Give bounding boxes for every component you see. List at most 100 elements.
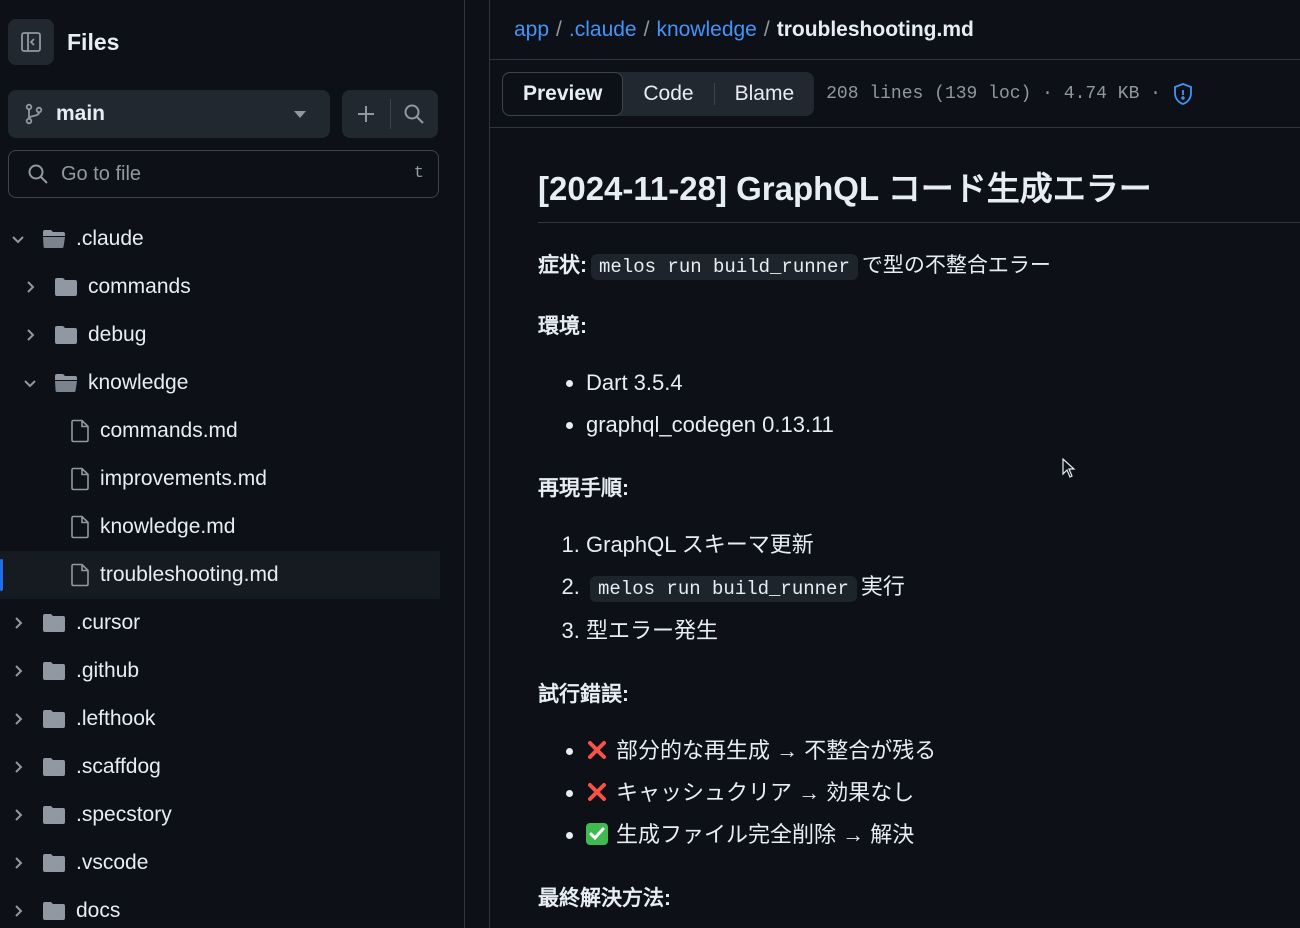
go-to-file-input[interactable]: Go to file t bbox=[8, 150, 439, 198]
tree-folder-item[interactable]: docs bbox=[0, 887, 440, 928]
tree-folder-item[interactable]: .github bbox=[0, 647, 440, 695]
app-root: Files main Go to file t .claude commands… bbox=[0, 0, 1300, 928]
tree-file-item[interactable]: troubleshooting.md bbox=[0, 551, 440, 599]
branch-selector[interactable]: main bbox=[8, 90, 330, 138]
tree-item-label: .claude bbox=[76, 227, 144, 250]
tree-folder-item[interactable]: knowledge bbox=[0, 359, 440, 407]
env-heading: 環境: bbox=[538, 310, 1252, 344]
file-icon bbox=[70, 419, 90, 443]
list-item: キャッシュクリア → 効果なし bbox=[586, 772, 1252, 814]
tree-item-label: .github bbox=[76, 659, 140, 682]
folder-open-icon bbox=[42, 229, 66, 249]
folder-icon bbox=[42, 805, 66, 825]
repro-list: GraphQL スキーマ更新 melos run build_runner実行 … bbox=[538, 524, 1252, 652]
sidebar-header: Files bbox=[0, 0, 464, 84]
chevron-right-icon[interactable] bbox=[20, 325, 40, 345]
view-mode-tabs: Preview Code Blame bbox=[502, 71, 815, 116]
repro-heading: 再現手順: bbox=[538, 472, 1252, 506]
tree-file-item[interactable]: knowledge.md bbox=[0, 503, 440, 551]
tree-item-label: .scaffdog bbox=[76, 755, 161, 778]
tab-blame[interactable]: Blame bbox=[715, 72, 815, 116]
inline-code: melos run build_runner bbox=[591, 254, 858, 280]
folder-icon bbox=[54, 277, 78, 297]
folder-icon bbox=[42, 661, 66, 681]
tree-item-label: commands bbox=[88, 275, 191, 298]
breadcrumb-link-knowledge[interactable]: knowledge bbox=[656, 18, 756, 42]
mouse-pointer-icon bbox=[1062, 458, 1076, 478]
folder-icon bbox=[42, 901, 66, 921]
chevron-right-icon[interactable] bbox=[8, 853, 28, 873]
trial-text: 部分的な再生成 → 不整合が残る bbox=[616, 738, 937, 763]
markdown-preview: [2024-11-28] GraphQL コード生成エラー 症状: melos r… bbox=[490, 128, 1300, 916]
file-meta: 208 lines (139 loc) · 4.74 KB · bbox=[826, 83, 1161, 104]
shortcut-hint: t bbox=[413, 164, 424, 183]
trials-heading: 試行錯誤: bbox=[538, 678, 1252, 712]
tree-folder-item[interactable]: commands bbox=[0, 263, 440, 311]
tree-item-label: improvements.md bbox=[100, 467, 267, 490]
folder-icon bbox=[54, 325, 78, 345]
tree-folder-item[interactable]: .specstory bbox=[0, 791, 440, 839]
go-to-file-placeholder: Go to file bbox=[61, 162, 142, 185]
tree-folder-item[interactable]: .lefthook bbox=[0, 695, 440, 743]
trials-label: 試行錯誤: bbox=[538, 683, 629, 706]
search-icon bbox=[404, 104, 424, 124]
file-icon bbox=[70, 467, 90, 491]
tree-folder-item[interactable]: .claude bbox=[0, 215, 440, 263]
git-branch-icon bbox=[25, 103, 43, 125]
tree-file-item[interactable]: commands.md bbox=[0, 407, 440, 455]
tree-item-label: knowledge.md bbox=[100, 515, 236, 538]
chevron-right-icon[interactable] bbox=[8, 613, 28, 633]
chevron-right-icon[interactable] bbox=[8, 805, 28, 825]
file-icon bbox=[70, 563, 90, 587]
tree-item-label: knowledge bbox=[88, 371, 189, 394]
tree-item-label: .specstory bbox=[76, 803, 172, 826]
file-tree: .claude commands debug knowledge commands.md… bbox=[0, 215, 440, 928]
list-item: melos run build_runner実行 bbox=[586, 566, 1252, 610]
symptom-text: で型の不整合エラー bbox=[861, 254, 1051, 277]
add-file-button[interactable] bbox=[342, 90, 390, 138]
file-icon bbox=[70, 515, 90, 539]
tree-item-label: .lefthook bbox=[76, 707, 156, 730]
plus-icon bbox=[357, 106, 374, 122]
breadcrumb-link-claude[interactable]: .claude bbox=[569, 18, 637, 42]
repro-step-text: 実行 bbox=[860, 574, 905, 599]
folder-icon bbox=[42, 853, 66, 873]
breadcrumb-link-app[interactable]: app bbox=[514, 18, 549, 42]
search-icon bbox=[28, 164, 48, 184]
branch-row: main bbox=[8, 90, 438, 138]
final-heading: 最終解決方法: bbox=[538, 882, 1252, 916]
chevron-down-icon[interactable] bbox=[20, 373, 40, 393]
shield-icon[interactable] bbox=[1171, 82, 1195, 106]
trial-text: キャッシュクリア → 効果なし bbox=[616, 780, 915, 805]
tree-item-label: commands.md bbox=[100, 419, 238, 442]
chevron-down-icon[interactable] bbox=[8, 229, 28, 249]
file-toolbar: Preview Code Blame 208 lines (139 loc) ·… bbox=[490, 60, 1300, 128]
breadcrumb-separator: / bbox=[763, 17, 770, 41]
chevron-right-icon[interactable] bbox=[8, 757, 28, 777]
symptom-label: 症状: bbox=[538, 254, 587, 277]
list-item: 部分的な再生成 → 不整合が残る bbox=[586, 730, 1252, 772]
sidebar-resize-handle[interactable] bbox=[464, 0, 490, 928]
breadcrumb-separator: / bbox=[556, 17, 562, 41]
sidebar-actions bbox=[342, 90, 438, 138]
cross-mark-icon bbox=[588, 783, 606, 801]
tree-item-label: .vscode bbox=[76, 851, 149, 874]
chevron-right-icon[interactable] bbox=[8, 901, 28, 921]
tab-code[interactable]: Code bbox=[623, 72, 713, 116]
chevron-right-icon[interactable] bbox=[8, 661, 28, 681]
tree-folder-item[interactable]: debug bbox=[0, 311, 440, 359]
tree-folder-item[interactable]: .cursor bbox=[0, 599, 440, 647]
chevron-right-icon[interactable] bbox=[20, 277, 40, 297]
check-mark-icon bbox=[586, 823, 608, 845]
list-item: graphql_codegen 0.13.11 bbox=[586, 404, 1252, 446]
breadcrumb-separator: / bbox=[643, 17, 650, 41]
tree-item-label: troubleshooting.md bbox=[100, 563, 279, 586]
tree-file-item[interactable]: improvements.md bbox=[0, 455, 440, 503]
collapse-sidebar-button[interactable] bbox=[8, 19, 54, 65]
breadcrumb-current-file: troubleshooting.md bbox=[776, 17, 974, 41]
tree-folder-item[interactable]: .vscode bbox=[0, 839, 440, 887]
search-files-button[interactable] bbox=[390, 90, 438, 138]
chevron-right-icon[interactable] bbox=[8, 709, 28, 729]
tab-preview[interactable]: Preview bbox=[502, 71, 624, 116]
tree-folder-item[interactable]: .scaffdog bbox=[0, 743, 440, 791]
